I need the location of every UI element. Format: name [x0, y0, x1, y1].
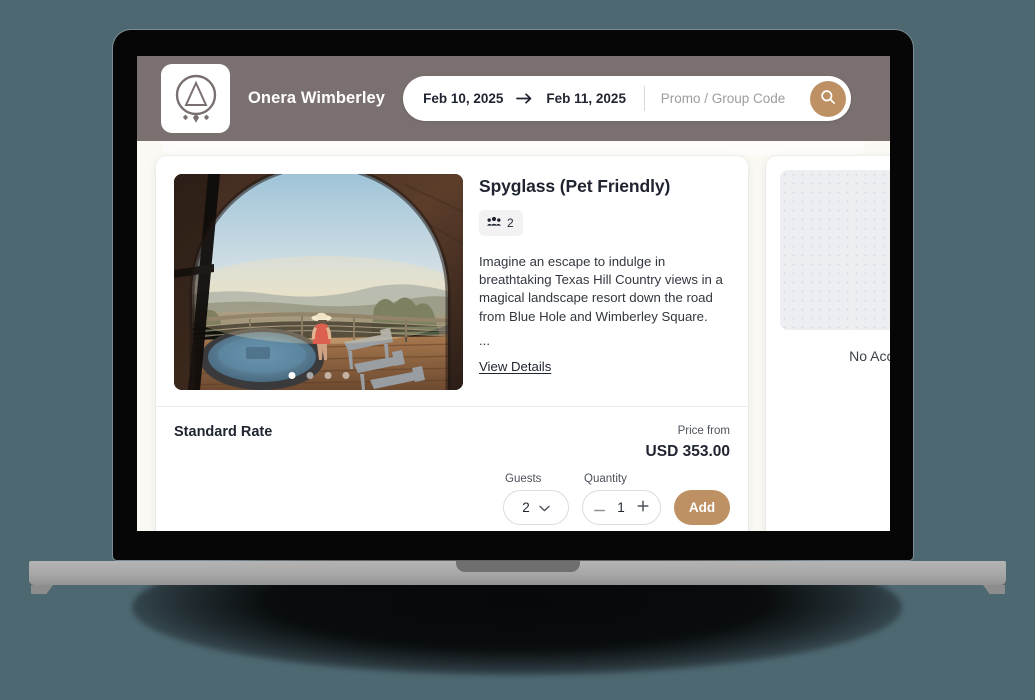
quantity-decrement-button[interactable]	[593, 500, 606, 515]
brand-name: Onera Wimberley	[248, 89, 386, 107]
laptop-base-foot-right	[983, 585, 1005, 594]
guests-value: 2	[522, 499, 530, 515]
guests-icon	[487, 214, 501, 232]
search-bar: Feb 10, 2025 Feb 11, 2025	[403, 76, 852, 121]
rate-name: Standard Rate	[174, 424, 273, 440]
booking-controls: Guests 2 Quantity 1 Add	[174, 473, 730, 525]
onera-circle-tent-logo-icon	[172, 73, 220, 125]
search-icon	[820, 89, 836, 108]
quantity-stepper: 1	[582, 489, 661, 525]
brand-logo-tile[interactable]	[161, 64, 230, 133]
arrow-right-icon	[516, 92, 533, 105]
room-cards-row: Spyglass (Pet Friendly) 2 Imagine an esc…	[137, 156, 890, 531]
room-photo[interactable]	[174, 174, 463, 390]
chevron-down-icon	[539, 500, 550, 515]
room-info: Spyglass (Pet Friendly) 2 Imagine an esc…	[479, 174, 730, 390]
browser-viewport: Onera Wimberley Feb 10, 2025 Feb 11, 202…	[137, 56, 890, 531]
room-card-top: Spyglass (Pet Friendly) 2 Imagine an esc…	[156, 156, 748, 406]
previous-card-edge	[162, 141, 865, 155]
quantity-field: Quantity 1	[582, 473, 661, 525]
minus-icon	[594, 500, 605, 515]
room-card: Spyglass (Pet Friendly) 2 Imagine an esc…	[156, 156, 748, 531]
check-in-date[interactable]: Feb 10, 2025	[423, 91, 503, 106]
guests-select[interactable]: 2	[503, 489, 569, 525]
check-out-date[interactable]: Feb 11, 2025	[546, 91, 626, 106]
quantity-value: 1	[617, 499, 625, 515]
carousel-dot-4[interactable]	[342, 372, 349, 379]
room-description-truncation: ...	[479, 332, 490, 348]
room-description: Imagine an escape to indulge in breathta…	[479, 254, 723, 324]
price-from-label: Price from	[677, 425, 730, 437]
laptop-mockup-stage: Onera Wimberley Feb 10, 2025 Feb 11, 202…	[0, 0, 1035, 700]
room-card-secondary: No Accom	[766, 156, 890, 531]
price-box: Price from USD 353.00	[646, 424, 730, 461]
price-amount: USD 353.00	[645, 442, 730, 460]
promo-code-input[interactable]	[644, 91, 811, 106]
carousel-dot-1[interactable]	[288, 372, 295, 379]
rate-header: Standard Rate Price from USD 353.00	[174, 424, 730, 461]
plus-icon	[637, 499, 649, 515]
search-button[interactable]	[810, 80, 847, 117]
occupancy-count: 2	[507, 216, 514, 230]
occupancy-badge: 2	[479, 210, 523, 236]
quantity-increment-button[interactable]	[636, 499, 650, 515]
carousel-dot-3[interactable]	[324, 372, 331, 379]
image-placeholder	[780, 170, 890, 330]
carousel-dot-2[interactable]	[306, 372, 313, 379]
laptop-base	[29, 561, 1006, 585]
room-photo-image	[174, 174, 463, 390]
laptop-base-foot-left	[31, 585, 53, 594]
room-title: Spyglass (Pet Friendly)	[479, 176, 671, 196]
guests-field: Guests 2	[503, 473, 569, 525]
quantity-label: Quantity	[584, 472, 627, 485]
rate-section: Standard Rate Price from USD 353.00 Gues…	[156, 407, 748, 531]
guests-label: Guests	[505, 472, 542, 485]
secondary-room-title: No Accom	[849, 348, 890, 364]
photo-carousel-dots	[288, 372, 349, 379]
results-area: Spyglass (Pet Friendly) 2 Imagine an esc…	[137, 141, 890, 531]
add-button[interactable]: Add	[674, 489, 730, 525]
view-details-link[interactable]: View Details	[479, 359, 551, 374]
app-header: Onera Wimberley Feb 10, 2025 Feb 11, 202…	[137, 56, 890, 141]
